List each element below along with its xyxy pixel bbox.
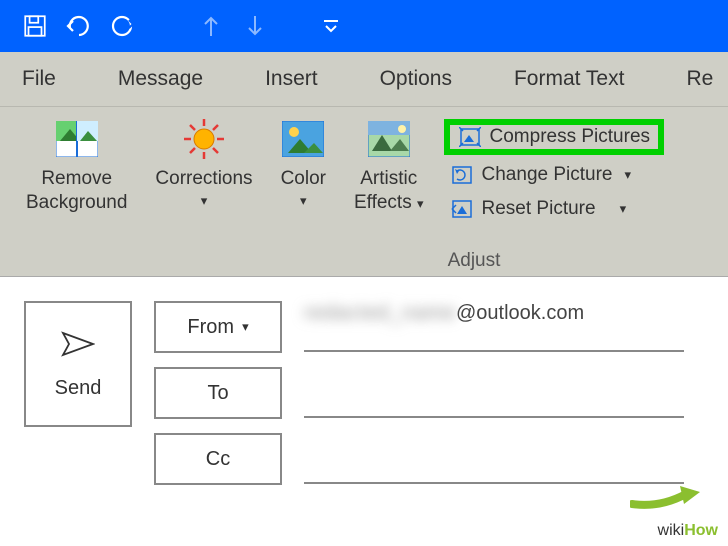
corrections-button[interactable]: Corrections ▾ [155,117,252,209]
ribbon-body: Remove Background Corrections ▾ Color ▾ [0,107,728,277]
chevron-down-icon: ▾ [624,167,631,183]
from-label: From [187,316,234,339]
color-button[interactable]: Color ▾ [281,117,326,209]
tab-insert[interactable]: Insert [265,67,318,91]
save-icon[interactable] [20,11,50,41]
up-arrow-icon[interactable] [196,11,226,41]
from-redacted: redacted_name [304,302,456,324]
color-label: Color [281,167,326,191]
artistic-icon [367,117,411,161]
send-label: Send [55,377,102,400]
title-bar [0,0,728,52]
redo-icon[interactable] [108,11,138,41]
tab-file[interactable]: File [22,67,56,91]
wikihow-arrow-icon [630,482,700,516]
reset-picture-button[interactable]: Reset Picture ▾ [444,195,665,223]
artistic-label2: Effects [354,192,412,213]
compose-area: Send From ▾ redacted_name@outlook.com To… [0,277,728,485]
ribbon-tabs: File Message Insert Options Format Text … [0,52,728,107]
remove-background-button[interactable]: Remove Background [26,117,127,215]
from-visible: @outlook.com [456,302,584,324]
from-button[interactable]: From ▾ [154,301,282,353]
artistic-effects-button[interactable]: Artistic Effects ▾ [354,117,424,215]
send-icon [61,329,95,363]
remove-bg-label1: Remove [41,167,112,191]
compress-pictures-button[interactable]: Compress Pictures [444,119,665,155]
how-text: How [684,522,718,539]
cc-input[interactable] [304,434,684,484]
compress-icon [458,125,482,149]
chevron-down-icon: ▾ [201,193,208,209]
to-input[interactable] [304,368,684,418]
send-button[interactable]: Send [24,301,132,427]
chevron-down-icon: ▾ [242,319,249,335]
from-value: redacted_name@outlook.com [304,302,684,352]
tab-message[interactable]: Message [118,67,203,91]
wikihow-watermark: wikiHow [658,522,718,540]
tab-review[interactable]: Re [686,67,713,91]
group-label-adjust: Adjust [232,250,716,272]
artistic-label1: Artistic [360,167,417,191]
cc-button[interactable]: Cc [154,433,282,485]
compress-label: Compress Pictures [490,126,651,148]
down-arrow-icon[interactable] [240,11,270,41]
corrections-label: Corrections [155,167,252,191]
to-button[interactable]: To [154,367,282,419]
remove-background-icon [55,117,99,161]
sun-icon [182,117,226,161]
tab-options[interactable]: Options [380,67,452,91]
undo-icon[interactable] [64,11,94,41]
cc-label: Cc [206,448,230,471]
picture-icon [281,117,325,161]
wiki-text: wiki [658,522,685,539]
to-label: To [207,382,228,405]
change-picture-icon [450,163,474,187]
reset-picture-label: Reset Picture [482,198,596,220]
chevron-down-icon: ▾ [620,201,627,217]
chevron-down-icon: ▾ [417,196,424,211]
change-picture-button[interactable]: Change Picture ▾ [444,161,665,189]
customize-qat-icon[interactable] [316,11,346,41]
chevron-down-icon: ▾ [300,193,307,209]
reset-picture-icon [450,197,474,221]
remove-bg-label2: Background [26,191,127,215]
change-picture-label: Change Picture [482,164,613,186]
tab-format-text[interactable]: Format Text [514,67,624,91]
